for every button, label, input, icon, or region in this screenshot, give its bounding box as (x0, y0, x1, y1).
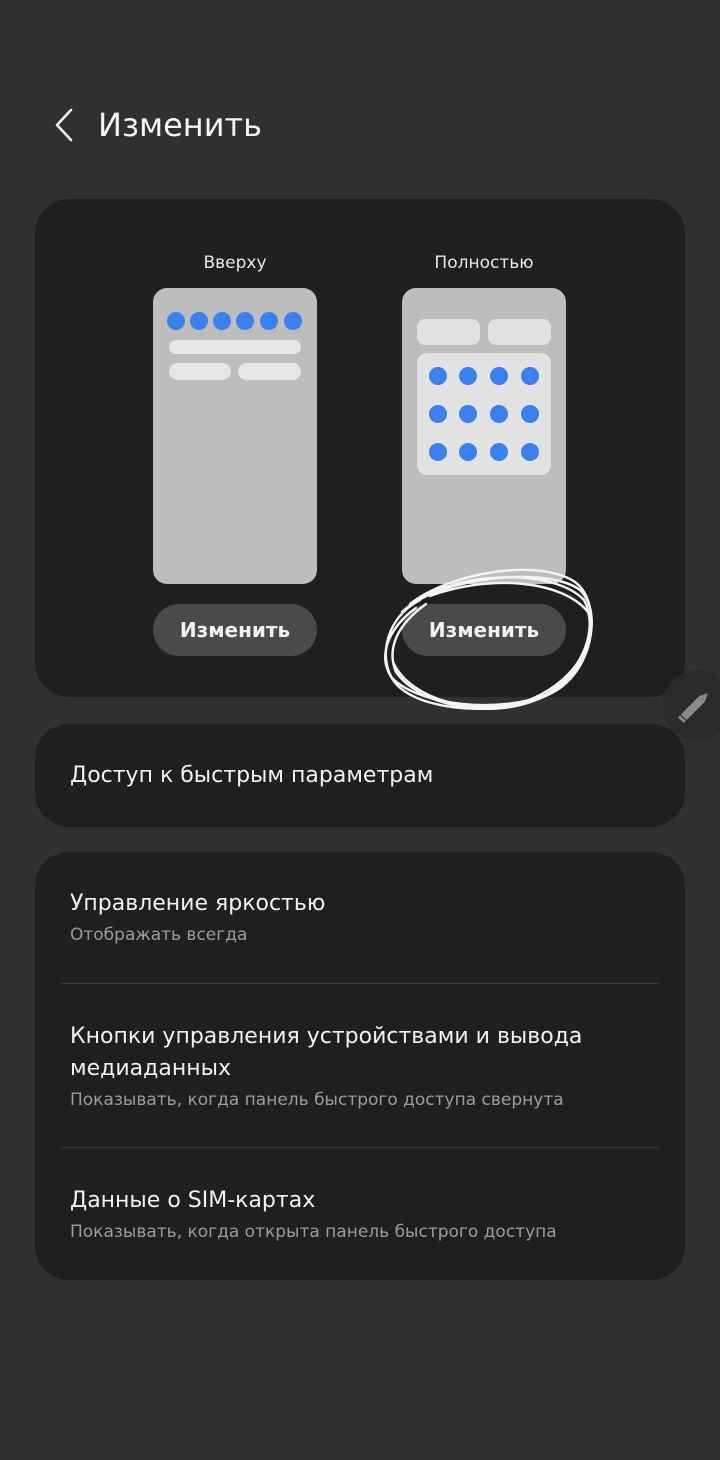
layout-option-label: Вверху (203, 253, 267, 273)
layout-card: Вверху Изменить Полностью Изменить (35, 199, 685, 697)
quick-access-item[interactable]: Доступ к быстрым параметрам (35, 724, 685, 827)
header-bar: Изменить (0, 90, 720, 160)
media-tile (417, 319, 480, 345)
back-button[interactable] (46, 104, 86, 146)
quick-toggle-dot (167, 312, 185, 330)
layout-option-top: Вверху Изменить (150, 199, 320, 697)
quick-toggle-dot (459, 367, 477, 385)
quick-toggle-dot (490, 405, 508, 423)
pen-fab-button[interactable] (663, 670, 720, 740)
setting-brightness[interactable]: Управление яркостью Отображать всегда (70, 888, 660, 948)
settings-card: Управление яркостью Отображать всегда Кн… (35, 852, 685, 1280)
setting-title: Кнопки управления устройствами и вывода … (70, 1024, 583, 1081)
quick-toggle-dot (429, 443, 447, 461)
setting-subtitle: Показывать, когда открыта панель быстрог… (70, 1222, 557, 1242)
edit-full-button[interactable]: Изменить (402, 604, 566, 656)
setting-subtitle: Отображать всегда (70, 925, 248, 945)
chevron-left-icon (55, 108, 73, 142)
layout-option-full: Полностью Изменить (399, 199, 569, 697)
quick-toggle-dot (521, 405, 539, 423)
setting-subtitle: Показывать, когда панель быстрого доступ… (70, 1090, 564, 1110)
quick-toggle-dot (459, 405, 477, 423)
quick-toggle-dot (429, 405, 447, 423)
quick-access-title: Доступ к быстрым параметрам (70, 763, 434, 788)
divider (61, 1147, 659, 1148)
brightness-bar (169, 340, 301, 354)
toggle-grid (417, 353, 551, 475)
quick-toggle-dot (490, 443, 508, 461)
quick-toggle-dot (190, 312, 208, 330)
quick-toggle-dot (236, 312, 254, 330)
quick-toggle-dot (260, 312, 278, 330)
phone-preview-top[interactable] (153, 288, 317, 584)
quick-toggle-dot (459, 443, 477, 461)
setting-sim-info[interactable]: Данные о SIM-картах Показывать, когда от… (70, 1185, 660, 1245)
setting-device-media[interactable]: Кнопки управления устройствами и вывода … (70, 1021, 660, 1113)
divider (61, 983, 659, 984)
layout-option-label: Полностью (434, 253, 534, 273)
setting-title: Управление яркостью (70, 891, 326, 916)
quick-toggle-dot (284, 312, 302, 330)
phone-preview-full[interactable] (402, 288, 566, 584)
device-tile (488, 319, 551, 345)
quick-toggle-dot (429, 367, 447, 385)
setting-title: Данные о SIM-картах (70, 1188, 316, 1213)
quick-toggle-dot (521, 443, 539, 461)
page-title: Изменить (98, 106, 262, 144)
device-tile (238, 363, 301, 380)
quick-toggle-dot (521, 367, 539, 385)
quick-toggle-dot (490, 367, 508, 385)
edit-top-button[interactable]: Изменить (153, 604, 317, 656)
quick-toggle-dot (213, 312, 231, 330)
pencil-icon (678, 693, 708, 723)
media-tile (169, 363, 231, 380)
